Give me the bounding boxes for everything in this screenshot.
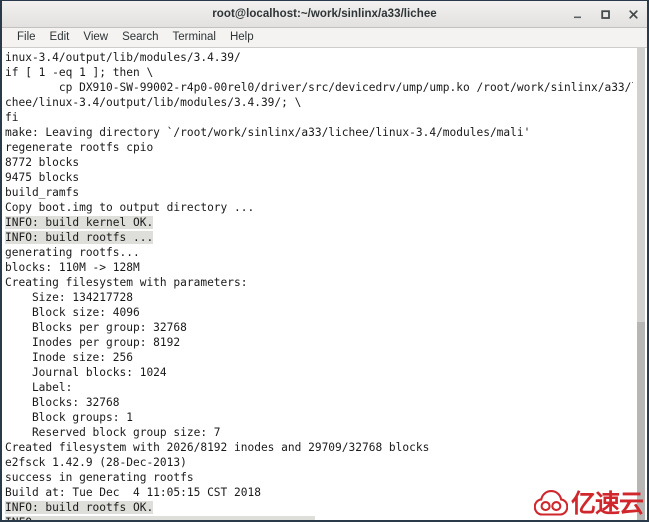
terminal-line: 9475 blocks (5, 170, 633, 185)
terminal-line-text: Reserved block group size: 7 (5, 426, 221, 439)
terminal-line: INFO: build kernel OK. (5, 215, 633, 230)
terminal-line-text-selected: INFO: build rootfs OK. (5, 501, 154, 514)
terminal-line-text: Journal blocks: 1024 (5, 366, 167, 379)
window-controls (570, 1, 641, 28)
terminal-line: build_ramfs (5, 185, 633, 200)
terminal-line-text: Block groups: 1 (5, 411, 133, 424)
terminal-output[interactable]: inux-3.4/output/lib/modules/3.4.39/if [ … (2, 48, 633, 520)
menu-item-terminal[interactable]: Terminal (166, 30, 223, 45)
terminal-line: Inodes per group: 8192 (5, 335, 633, 350)
terminal-line: chee/linux-3.4/output/lib/modules/3.4.39… (5, 95, 633, 110)
terminal-line: fi (5, 110, 633, 125)
terminal-line-text: e2fsck 1.42.9 (28-Dec-2013) (5, 456, 187, 469)
terminal-line-text: inux-3.4/output/lib/modules/3.4.39/ (5, 51, 241, 64)
close-button[interactable] (626, 7, 641, 22)
terminal-line: make: Leaving directory `/root/work/sinl… (5, 125, 633, 140)
terminal-line-text: regenerate rootfs cpio (5, 141, 154, 154)
scrollbar-thumb[interactable] (637, 322, 645, 520)
terminal-line: Journal blocks: 1024 (5, 365, 633, 380)
terminal-line-text: blocks: 110M -> 128M (5, 261, 140, 274)
terminal-line-text: Size: 134217728 (5, 291, 133, 304)
terminal-line-text: Inode size: 256 (5, 351, 133, 364)
terminal-line: Copy boot.img to output directory ... (5, 200, 633, 215)
terminal-line-text-selected: INFO: build kernel OK. (5, 216, 154, 229)
maximize-button[interactable] (598, 7, 613, 22)
terminal-line: e2fsck 1.42.9 (28-Dec-2013) (5, 455, 633, 470)
window-title: root@localhost:~/work/sinlinx/a33/lichee (212, 8, 437, 20)
terminal-line-text: if [ 1 -eq 1 ]; then \ (5, 66, 154, 79)
terminal-line-text: generating rootfs... (5, 246, 140, 259)
terminal-line-text: 8772 blocks (5, 156, 80, 169)
terminal-line-text: Blocks per group: 32768 (5, 321, 187, 334)
title-bar[interactable]: root@localhost:~/work/sinlinx/a33/lichee (2, 1, 647, 28)
terminal-line-text: Block size: 4096 (5, 306, 140, 319)
terminal-line: Creating filesystem with parameters: (5, 275, 633, 290)
terminal-scrollbar[interactable] (633, 48, 647, 520)
terminal-line: Block groups: 1 (5, 410, 633, 425)
terminal-line: Inode size: 256 (5, 350, 633, 365)
menu-bar: File Edit View Search Terminal Help (2, 28, 647, 48)
terminal-line: Label: (5, 380, 633, 395)
terminal-line: inux-3.4/output/lib/modules/3.4.39/ (5, 50, 633, 65)
terminal-line-text: fi (5, 111, 19, 124)
terminal-line: generating rootfs... (5, 245, 633, 260)
terminal-line: Created filesystem with 2026/8192 inodes… (5, 440, 633, 455)
terminal-line-text: Blocks: 32768 (5, 396, 120, 409)
terminal-line-text-selected: INFO: build rootfs ... (5, 231, 154, 244)
terminal-line-text: Copy boot.img to output directory ... (5, 201, 255, 214)
terminal-line: INFO: ----------------------------------… (5, 515, 633, 520)
terminal-line: INFO: build rootfs OK. (5, 500, 633, 515)
terminal-line-text: Label: (5, 381, 73, 394)
terminal-line-text: chee/linux-3.4/output/lib/modules/3.4.39… (5, 96, 302, 109)
terminal-line: cp DX910-SW-99002-r4p0-00rel0/driver/src… (5, 80, 633, 95)
terminal-body: inux-3.4/output/lib/modules/3.4.39/if [ … (2, 48, 647, 520)
terminal-line-text: Build at: Tue Dec 4 11:05:15 CST 2018 (5, 486, 261, 499)
terminal-line-text-selected: INFO: ----------------------------------… (5, 516, 315, 520)
terminal-line: success in generating rootfs (5, 470, 633, 485)
menu-item-edit[interactable]: Edit (43, 30, 77, 45)
terminal-line-text: Inodes per group: 8192 (5, 336, 181, 349)
terminal-line-text: build_ramfs (5, 186, 80, 199)
terminal-line-text: Creating filesystem with parameters: (5, 276, 248, 289)
menu-item-search[interactable]: Search (115, 30, 165, 45)
terminal-line: regenerate rootfs cpio (5, 140, 633, 155)
terminal-line-text: 9475 blocks (5, 171, 80, 184)
terminal-line: Blocks: 32768 (5, 395, 633, 410)
terminal-window: root@localhost:~/work/sinlinx/a33/lichee… (0, 0, 649, 522)
terminal-line-text: success in generating rootfs (5, 471, 194, 484)
minimize-button[interactable] (570, 7, 585, 22)
terminal-line: blocks: 110M -> 128M (5, 260, 633, 275)
terminal-line: 8772 blocks (5, 155, 633, 170)
terminal-line: Block size: 4096 (5, 305, 633, 320)
terminal-line: Build at: Tue Dec 4 11:05:15 CST 2018 (5, 485, 633, 500)
terminal-line-text: make: Leaving directory `/root/work/sinl… (5, 126, 531, 139)
terminal-line: Blocks per group: 32768 (5, 320, 633, 335)
terminal-line: INFO: build rootfs ... (5, 230, 633, 245)
terminal-line-text: Created filesystem with 2026/8192 inodes… (5, 441, 430, 454)
terminal-line: Reserved block group size: 7 (5, 425, 633, 440)
menu-item-file[interactable]: File (10, 30, 43, 45)
menu-item-help[interactable]: Help (223, 30, 261, 45)
terminal-line: if [ 1 -eq 1 ]; then \ (5, 65, 633, 80)
terminal-line: Size: 134217728 (5, 290, 633, 305)
terminal-line-text: cp DX910-SW-99002-r4p0-00rel0/driver/src… (5, 81, 633, 94)
menu-item-view[interactable]: View (76, 30, 115, 45)
